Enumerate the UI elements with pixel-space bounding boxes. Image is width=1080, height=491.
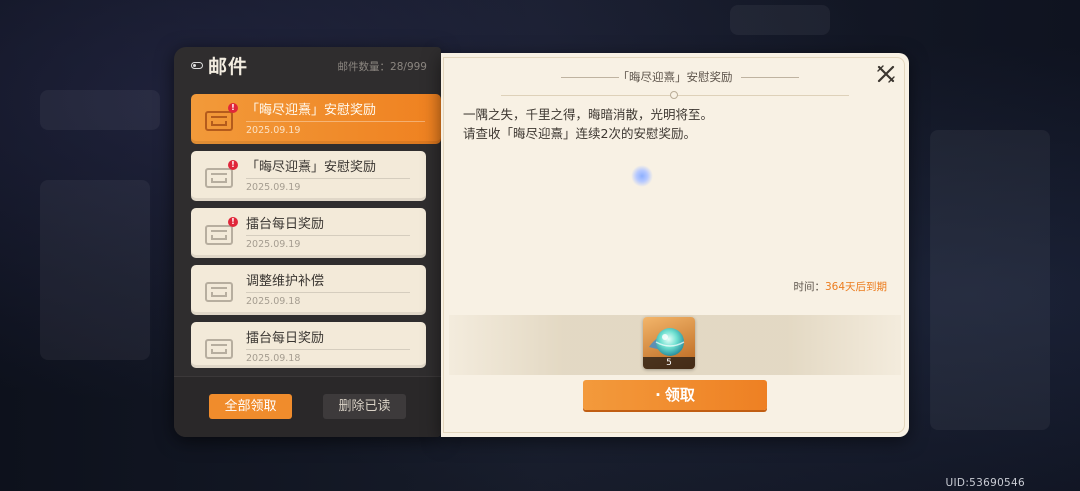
mail-title: 调整维护补偿 (246, 274, 325, 289)
mail-detail-title: 「晦尽迎熹」安慰奖励 (617, 70, 733, 84)
unread-badge: ! (228, 103, 238, 113)
mail-chest-icon (205, 282, 233, 302)
divider-ornament (670, 91, 678, 99)
mail-item[interactable]: 擂台每日奖励 2025.09.18 (191, 322, 426, 368)
divider (246, 178, 410, 179)
close-icon (877, 65, 895, 83)
divider (246, 349, 410, 350)
mail-item[interactable]: ! 擂台每日奖励 2025.09.19 (191, 208, 426, 258)
background-blur (40, 180, 150, 360)
expiry-info: 时间：364天后到期 (793, 279, 887, 294)
mail-title: 「晦尽迎熹」安慰奖励 (246, 103, 377, 118)
mail-detail-panel: 「晦尽迎熹」安慰奖励 一隅之失，千里之得，晦暗消散，光明将至。 请查收「晦尽迎熹… (441, 53, 909, 437)
mail-chest-icon (205, 339, 233, 359)
claim-all-button[interactable]: 全部领取 (209, 394, 292, 419)
divider (246, 121, 425, 122)
divider (246, 235, 410, 236)
reward-quantity: 5 (643, 357, 695, 369)
mail-item[interactable]: ! 「晦尽迎熹」安慰奖励 2025.09.19 (191, 94, 441, 144)
toggle-icon (191, 62, 203, 69)
mail-date: 2025.09.18 (246, 353, 301, 364)
mail-panel-header: 邮件 邮件数量：28/999 (174, 47, 441, 85)
mail-date: 2025.09.18 (246, 296, 301, 307)
background-blur (930, 130, 1050, 430)
mail-chest-icon (205, 225, 233, 245)
user-id: UID:53690546 (945, 477, 1025, 489)
mail-panel-title: 邮件 (208, 56, 249, 78)
mail-date: 2025.09.19 (246, 239, 301, 250)
reward-item[interactable]: 5 (643, 317, 695, 369)
unread-badge: ! (228, 217, 238, 227)
mail-body-line: 一隅之失，千里之得，晦暗消散，光明将至。 (463, 107, 714, 122)
delete-read-button[interactable]: 删除已读 (323, 394, 406, 419)
close-button[interactable] (875, 63, 897, 85)
mail-title: 「晦尽迎熹」安慰奖励 (246, 160, 377, 175)
claim-label: 领取 (664, 386, 695, 404)
claim-button[interactable]: · 领取 (583, 380, 767, 410)
background-blur (730, 5, 830, 35)
claim-prefix: · (655, 386, 661, 404)
mail-panel-footer: 全部领取 删除已读 (174, 376, 441, 437)
mail-list-panel: 邮件 邮件数量：28/999 ! 「晦尽迎熹」安慰奖励 2025.09.19 !… (174, 47, 441, 437)
expiry-label: 时间： (793, 281, 825, 293)
mail-item[interactable]: ! 「晦尽迎熹」安慰奖励 2025.09.19 (191, 151, 426, 201)
mail-title: 擂台每日奖励 (246, 331, 325, 346)
mail-title: 擂台每日奖励 (246, 217, 325, 232)
mail-chest-icon (205, 111, 233, 131)
mail-body: 一隅之失，千里之得，晦暗消散，光明将至。 请查收「晦尽迎熹」连续2次的安慰奖励。 (463, 105, 713, 143)
mail-date: 2025.09.19 (246, 125, 301, 136)
mail-item[interactable]: 调整维护补偿 2025.09.18 (191, 265, 426, 315)
mail-chest-icon (205, 168, 233, 188)
unread-badge: ! (228, 160, 238, 170)
cursor-glow (631, 165, 653, 187)
mail-date: 2025.09.19 (246, 182, 301, 193)
divider (246, 292, 410, 293)
background-blur (40, 90, 160, 130)
mail-count: 邮件数量：28/999 (337, 61, 427, 73)
expiry-value: 364天后到期 (824, 281, 887, 293)
mail-body-line: 请查收「晦尽迎熹」连续2次的安慰奖励。 (463, 126, 696, 141)
